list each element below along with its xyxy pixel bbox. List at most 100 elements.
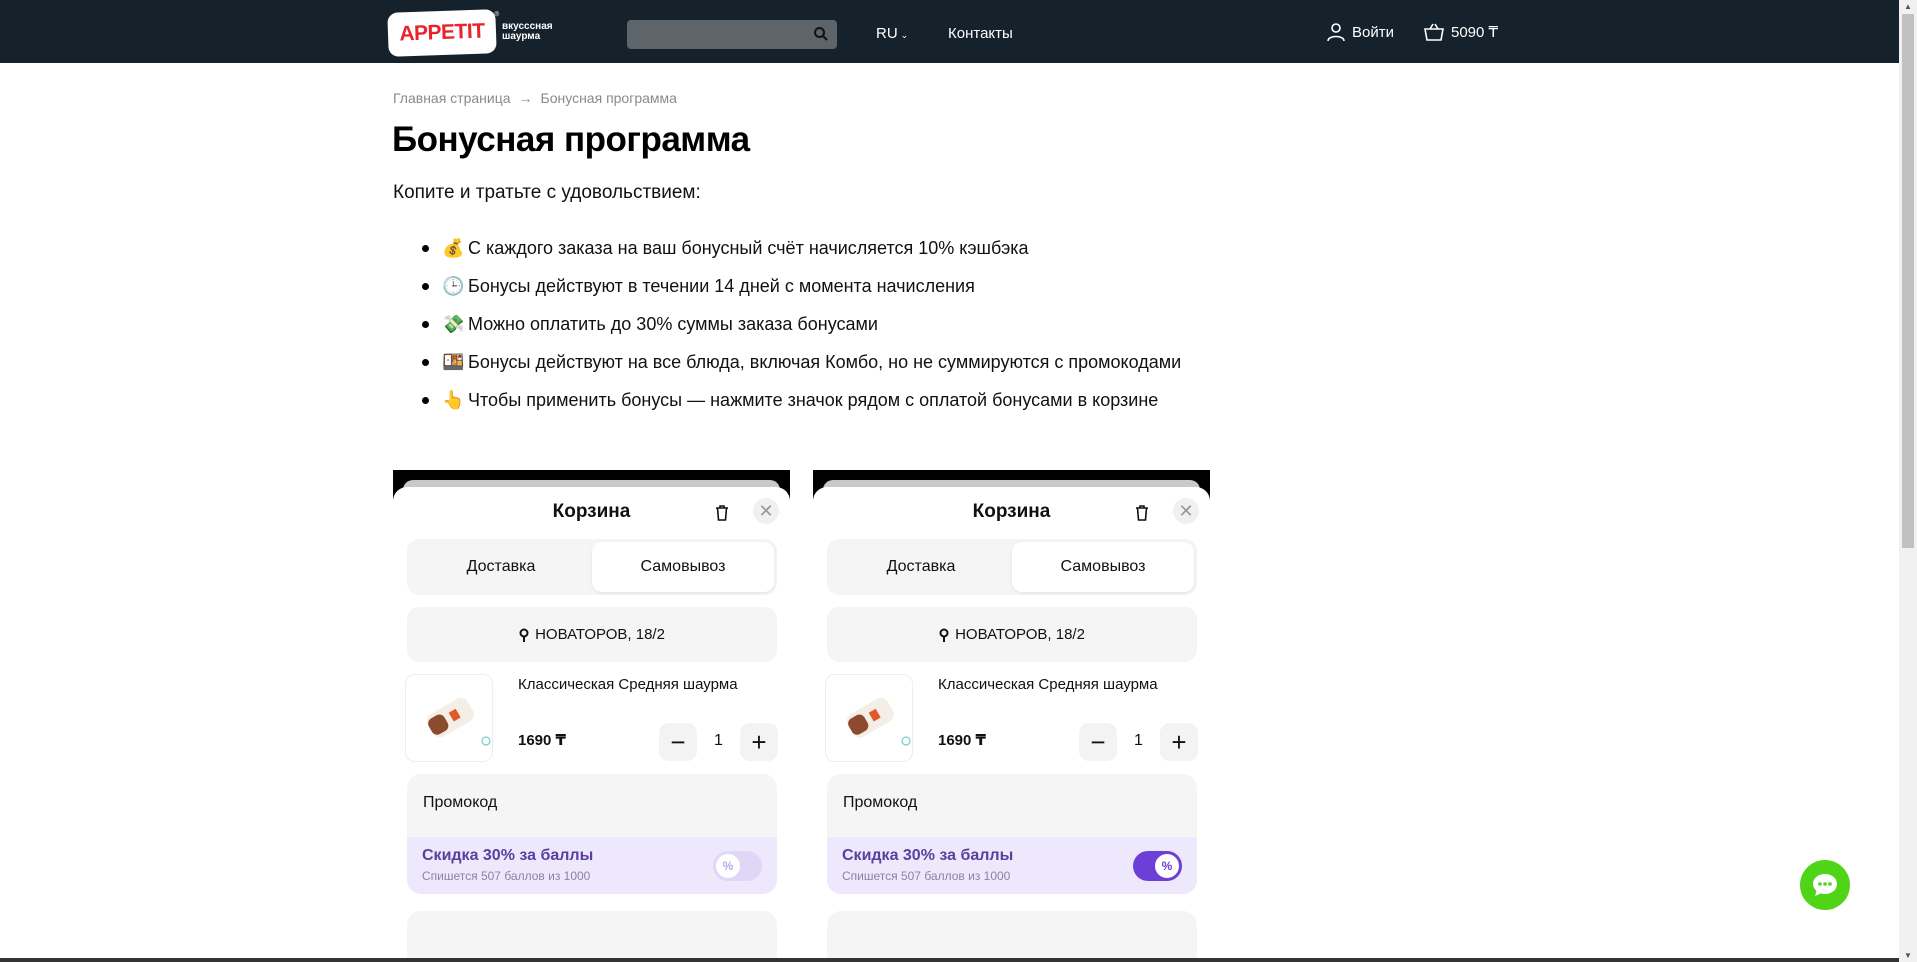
bonus-toggle[interactable]: % xyxy=(1133,851,1182,881)
bonus-discount-row: Скидка 30% за баллы Спишется 507 баллов … xyxy=(407,837,777,894)
increase-quantity-button[interactable]: + xyxy=(740,723,778,761)
promo-section: Промокод Скидка 30% за баллы Спишется 50… xyxy=(827,774,1197,894)
list-item-text: Бонусы действуют в течении 14 дней с мом… xyxy=(468,276,975,296)
page-title: Бонусная программа xyxy=(392,120,750,159)
cart-sheet: Корзина ✕ Доставка Самовывоз НОВАТОРОВ, … xyxy=(393,487,790,962)
logo-subtitle: вкусссная шаурма xyxy=(502,21,553,42)
minus-icon: − xyxy=(670,726,686,757)
breadcrumb-home[interactable]: Главная страница xyxy=(393,90,511,106)
login-button[interactable]: Войти xyxy=(1326,22,1394,42)
chat-bubble-icon xyxy=(1813,874,1837,896)
arrow-right-icon: → xyxy=(518,90,533,106)
chevron-down-icon: ⌄ xyxy=(900,30,909,40)
list-item-text: Бонусы действуют на все блюда, включая К… xyxy=(468,352,1182,372)
breadcrumb-current: Бонусная программа xyxy=(540,90,677,106)
decrease-quantity-button[interactable]: − xyxy=(1079,723,1117,761)
quantity-value: 1 xyxy=(714,732,723,749)
decrease-quantity-button[interactable]: − xyxy=(659,723,697,761)
cart-button[interactable]: 5090 ₸ xyxy=(1423,22,1498,42)
intro-text: Копите и тратьте с удовольствием: xyxy=(393,182,701,203)
logo[interactable]: APPETIT ® xyxy=(387,9,500,57)
bonus-toggle[interactable]: % xyxy=(713,851,762,881)
clock-icon: 🕒 xyxy=(442,276,465,296)
bonus-discount-row: Скидка 30% за баллы Спишется 507 баллов … xyxy=(827,837,1197,894)
trash-icon[interactable] xyxy=(1135,505,1149,521)
next-section-card xyxy=(407,911,777,962)
delivery-mode-tabs: Доставка Самовывоз xyxy=(407,539,777,595)
login-label: Войти xyxy=(1352,23,1394,41)
cart-title: Корзина xyxy=(972,501,1051,522)
tab-delivery[interactable]: Доставка xyxy=(410,542,592,592)
language-label: RU xyxy=(876,25,898,42)
bonus-title: Скидка 30% за баллы xyxy=(842,847,1014,864)
taskbar-edge xyxy=(0,958,1899,962)
trash-icon[interactable] xyxy=(715,505,729,521)
money-wings-icon: 💸 xyxy=(442,314,465,334)
page: APPETIT ® вкусссная шаурма RU ⌄ Контакты … xyxy=(0,0,1917,962)
item-price: 1690 ₸ xyxy=(938,732,986,749)
item-image xyxy=(405,674,493,762)
bonus-title: Скидка 30% за баллы xyxy=(422,847,594,864)
breadcrumb: Главная страница → Бонусная программа xyxy=(393,90,677,106)
cart-total: 5090 ₸ xyxy=(1451,24,1499,41)
logo-reg-mark: ® xyxy=(494,10,500,19)
pointing-hand-icon: 👆 xyxy=(442,390,465,410)
plus-icon: + xyxy=(1171,726,1187,757)
address-text: НОВАТОРОВ, 18/2 xyxy=(955,626,1085,643)
tab-pickup[interactable]: Самовывоз xyxy=(592,542,774,592)
chat-widget-button[interactable] xyxy=(1800,860,1850,910)
pin-icon xyxy=(519,628,529,642)
percent-icon: % xyxy=(716,854,740,878)
contacts-link[interactable]: Контакты xyxy=(948,25,1013,42)
list-item: 🕒 Бонусы действуют в течении 14 дней с мо… xyxy=(418,270,1238,302)
promo-section: Промокод Скидка 30% за баллы Спишется 50… xyxy=(407,774,777,894)
search-input[interactable] xyxy=(627,20,837,49)
item-name: Классическая Средняя шаурма xyxy=(518,676,738,693)
search-icon[interactable] xyxy=(813,26,829,42)
item-name: Классическая Средняя шаурма xyxy=(938,676,1158,693)
bento-box-icon: 🍱 xyxy=(442,352,465,372)
pickup-address[interactable]: НОВАТОРОВ, 18/2 xyxy=(407,607,777,662)
close-icon[interactable]: ✕ xyxy=(1173,498,1199,524)
cart-title: Корзина xyxy=(552,501,631,522)
money-bag-icon: 💰 xyxy=(442,238,465,258)
scroll-up-icon[interactable]: ▲ xyxy=(1904,2,1912,11)
bonus-rules-list: 💰 С каждого заказа на ваш бонусный счёт н… xyxy=(418,232,1238,422)
promo-code-field[interactable]: Промокод xyxy=(423,794,497,812)
user-icon xyxy=(1327,23,1345,42)
tab-pickup[interactable]: Самовывоз xyxy=(1012,542,1194,592)
tab-delivery[interactable]: Доставка xyxy=(830,542,1012,592)
quantity-value: 1 xyxy=(1134,732,1143,749)
list-item: 👆 Чтобы применить бонусы — нажмите значок… xyxy=(418,384,1238,416)
cart-example-on: Корзина ✕ Доставка Самовывоз НОВАТОРОВ, … xyxy=(813,470,1210,962)
scrollbar-thumb[interactable] xyxy=(1902,14,1914,548)
logo-text: APPETIT xyxy=(399,19,485,46)
scrollbar[interactable]: ▲ ▼ xyxy=(1899,0,1917,962)
item-price: 1690 ₸ xyxy=(518,732,566,749)
plus-icon: + xyxy=(751,726,767,757)
cart-sheet: Корзина ✕ Доставка Самовывоз НОВАТОРОВ, … xyxy=(813,487,1210,962)
list-item: 💰 С каждого заказа на ваш бонусный счёт н… xyxy=(418,232,1238,264)
list-item-text: Чтобы применить бонусы — нажмите значок … xyxy=(468,390,1159,410)
scroll-down-icon[interactable]: ▼ xyxy=(1904,951,1912,960)
promo-code-field[interactable]: Промокод xyxy=(843,794,917,812)
list-item-text: С каждого заказа на ваш бонусный счёт на… xyxy=(468,238,1029,258)
bonus-subtitle: Спишется 507 баллов из 1000 xyxy=(422,869,591,883)
percent-icon: % xyxy=(1155,854,1179,878)
list-item: 💸 Можно оплатить до 30% суммы заказа бону… xyxy=(418,308,1238,340)
next-section-card xyxy=(827,911,1197,962)
minus-icon: − xyxy=(1090,726,1106,757)
delivery-mode-tabs: Доставка Самовывоз xyxy=(827,539,1197,595)
pin-icon xyxy=(939,628,949,642)
bonus-subtitle: Спишется 507 баллов из 1000 xyxy=(842,869,1011,883)
pickup-address[interactable]: НОВАТОРОВ, 18/2 xyxy=(827,607,1197,662)
cart-example-off: Корзина ✕ Доставка Самовывоз НОВАТОРОВ, … xyxy=(393,470,790,962)
close-icon[interactable]: ✕ xyxy=(753,498,779,524)
increase-quantity-button[interactable]: + xyxy=(1160,723,1198,761)
site-header: APPETIT ® вкусссная шаурма RU ⌄ Контакты … xyxy=(0,0,1899,63)
item-image xyxy=(825,674,913,762)
language-selector[interactable]: RU ⌄ xyxy=(876,25,908,42)
basket-icon xyxy=(1424,23,1444,41)
list-item: 🍱 Бонусы действуют на все блюда, включая … xyxy=(418,346,1238,378)
address-text: НОВАТОРОВ, 18/2 xyxy=(535,626,665,643)
